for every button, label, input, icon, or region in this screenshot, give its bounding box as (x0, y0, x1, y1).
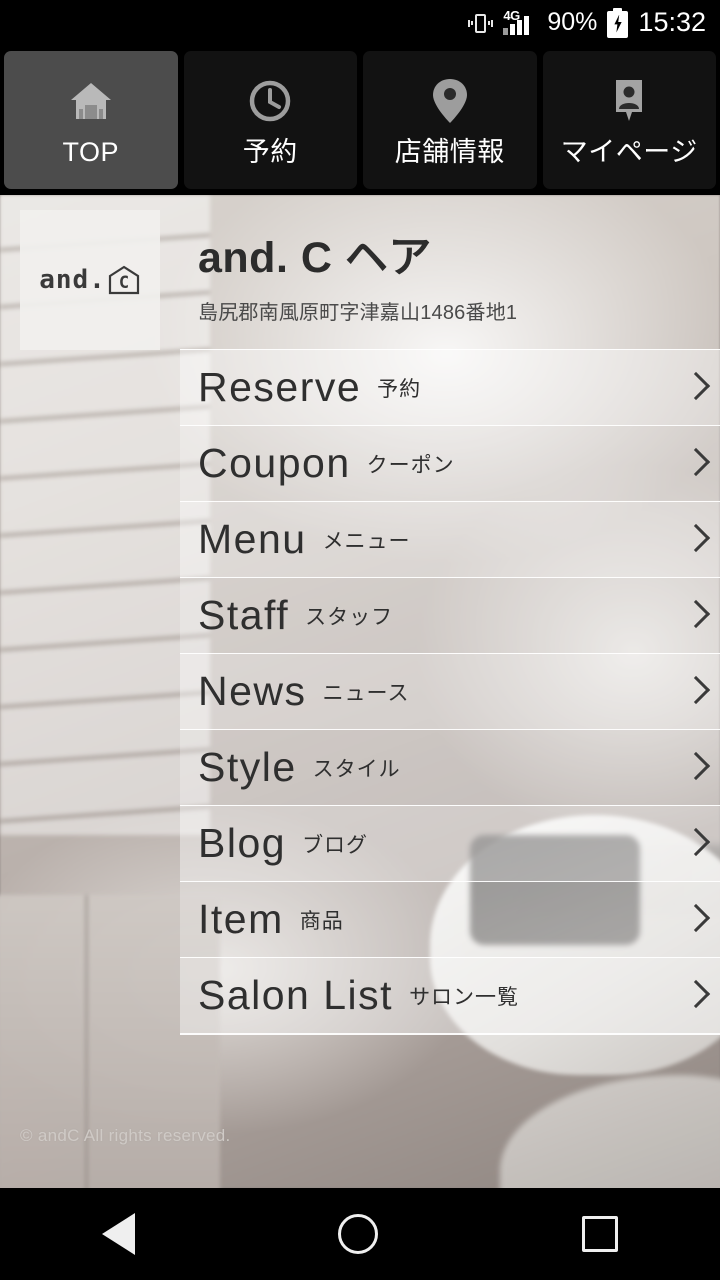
tab-my-page[interactable]: マイページ (542, 51, 716, 189)
shop-header: and. C ヘア 島尻郡南風原町字津嘉山1486番地1 (180, 195, 720, 325)
back-triangle-icon[interactable] (101, 1213, 135, 1255)
menu-item-reserve[interactable]: Reserve 予約 (180, 349, 720, 425)
tab-label: 店舗情報 (394, 136, 505, 167)
menu-item-en-label: Item (198, 896, 284, 942)
clock-icon (244, 75, 296, 127)
page-title: and. C ヘア (198, 234, 432, 282)
top-tab-bar: TOP 予約 店舗情報 マイページ (0, 45, 720, 195)
menu-item-en-label: Style (198, 744, 297, 790)
menu-item-staff[interactable]: Staff スタッフ (180, 577, 720, 653)
menu-item-coupon[interactable]: Coupon クーポン (180, 425, 720, 501)
house-outline-icon: C (107, 263, 141, 297)
menu-item-en-label: Reserve (198, 364, 362, 410)
home-circle-icon[interactable] (338, 1214, 379, 1254)
logo-text: and. (39, 265, 106, 295)
menu-item-ja-label: ニュース (322, 681, 410, 705)
menu-item-ja-label: 予約 (377, 377, 422, 401)
menu-item-en-label: Blog (198, 820, 287, 866)
chevron-right-icon (684, 977, 706, 1015)
battery-percent-label: 90% (547, 8, 598, 36)
system-navigation-bar (0, 1188, 720, 1280)
map-pin-icon (424, 75, 476, 127)
menu-item-ja-label: スタイル (312, 757, 401, 781)
menu-item-blog[interactable]: Blog ブログ (180, 805, 720, 881)
menu-list: Reserve 予約 Coupon クーポン Menu メニュー Staff ス… (180, 349, 720, 1035)
person-badge-icon (603, 75, 655, 127)
chevron-right-icon (684, 369, 706, 407)
menu-item-news[interactable]: News ニュース (180, 653, 720, 729)
menu-list-end-divider (180, 1033, 720, 1035)
menu-item-item[interactable]: Item 商品 (180, 881, 720, 957)
menu-item-menu[interactable]: Menu メニュー (180, 501, 720, 577)
chevron-right-icon (684, 673, 706, 711)
recents-square-icon[interactable] (582, 1216, 619, 1252)
menu-item-en-label: Salon List (198, 972, 394, 1018)
shop-panel: and. C ヘア 島尻郡南風原町字津嘉山1486番地1 Reserve 予約 … (180, 195, 720, 1188)
menu-item-style[interactable]: Style スタイル (180, 729, 720, 805)
vibrate-icon (467, 10, 494, 36)
menu-item-ja-label: クーポン (366, 453, 455, 477)
chevron-right-icon (684, 825, 706, 863)
menu-item-ja-label: メニュー (322, 529, 411, 553)
menu-item-ja-label: 商品 (299, 909, 344, 933)
tab-top[interactable]: TOP (4, 51, 178, 189)
battery-charging-icon (607, 7, 629, 38)
menu-item-ja-label: スタッフ (305, 605, 394, 629)
status-bar: 4G 90% 15:32 (0, 0, 720, 45)
menu-item-ja-label: サロン一覧 (409, 985, 520, 1009)
chevron-right-icon (684, 445, 706, 483)
home-icon (65, 75, 117, 127)
svg-text:C: C (119, 273, 129, 293)
tab-label: 予約 (242, 136, 298, 167)
menu-item-en-label: Staff (198, 592, 290, 638)
chevron-right-icon (684, 901, 706, 939)
tab-shop-info[interactable]: 店舗情報 (363, 51, 537, 189)
clock-label: 15:32 (638, 7, 706, 37)
tab-reserve[interactable]: 予約 (183, 51, 357, 189)
tab-label: TOP (62, 136, 119, 167)
menu-item-salon-list[interactable]: Salon List サロン一覧 (180, 957, 720, 1033)
shop-logo: and. C (20, 210, 160, 350)
menu-item-en-label: Coupon (198, 440, 351, 486)
signal-bars-icon: 4G (503, 8, 537, 37)
chevron-right-icon (684, 521, 706, 559)
menu-item-en-label: News (198, 668, 307, 714)
page-content: © andC All rights reserved. and. C and. … (0, 195, 720, 1188)
tab-label: マイページ (560, 136, 698, 167)
chevron-right-icon (684, 597, 706, 635)
chevron-right-icon (684, 749, 706, 787)
shop-address: 島尻郡南風原町字津嘉山1486番地1 (198, 302, 518, 325)
menu-item-en-label: Menu (198, 516, 307, 562)
menu-item-ja-label: ブログ (302, 833, 369, 857)
